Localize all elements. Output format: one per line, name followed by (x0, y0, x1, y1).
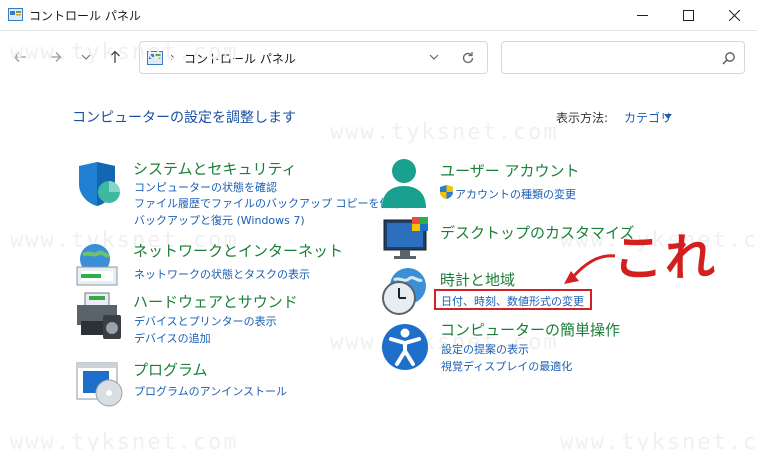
desktop-customize-icon (383, 217, 428, 259)
close-icon (728, 10, 740, 21)
link-change-account-type[interactable]: アカウントの種類の変更 (455, 186, 576, 202)
link-uninstall-program[interactable]: プログラムのアンインストール (134, 383, 287, 399)
watermark: www.tyksnet.com (560, 430, 757, 451)
category-title[interactable]: ハードウェアとサウンド (133, 291, 298, 312)
accessibility-icon (382, 324, 428, 370)
title-bar: コントロール パネル (0, 0, 757, 31)
link-file-history[interactable]: ファイル履歴でファイルのバックアップ コピーを保存 (134, 195, 402, 211)
category-title[interactable]: プログラム (133, 359, 208, 380)
watermark: www.tyksnet.com (10, 430, 239, 451)
minimize-icon (636, 15, 648, 16)
link-optimize-display[interactable]: 視覚ディスプレイの最適化 (441, 358, 572, 374)
network-globe-icon (76, 244, 118, 286)
link-devices-printers[interactable]: デバイスとプリンターの表示 (134, 313, 277, 329)
view-by-label: 表示方法: (556, 111, 609, 125)
control-panel-icon (8, 8, 23, 21)
user-icon (382, 159, 426, 208)
link-add-device[interactable]: デバイスの追加 (134, 330, 211, 346)
minimize-button[interactable] (619, 0, 665, 31)
category-title[interactable]: ユーザー アカウント (440, 160, 579, 181)
category-title[interactable]: システムとセキュリティ (133, 158, 297, 179)
page-title: コンピューターの設定を調整します (72, 110, 296, 126)
printer-icon (77, 292, 121, 339)
highlight-box (434, 289, 592, 310)
shield-icon (79, 162, 120, 206)
link-suggest-settings[interactable]: 設定の提案の表示 (441, 341, 529, 357)
category-title[interactable]: ネットワークとインターネット (133, 240, 343, 261)
category-title[interactable]: デスクトップのカスタマイズ (440, 222, 635, 243)
maximize-icon (682, 10, 694, 21)
chevron-down-icon[interactable] (429, 54, 439, 60)
annotation-label: これ (613, 229, 717, 287)
category-title[interactable]: 時計と地域 (440, 269, 515, 290)
search-icon[interactable] (722, 51, 736, 65)
window-title: コントロール パネル (29, 9, 141, 23)
search-input[interactable] (501, 41, 745, 74)
link-backup-restore[interactable]: バックアップと復元 (Windows 7) (134, 212, 305, 228)
watermark: www.tyksnet.com (330, 120, 559, 145)
maximize-button[interactable] (665, 0, 711, 31)
annotation-arrow-icon (564, 254, 616, 284)
link-check-status[interactable]: コンピューターの状態を確認 (134, 179, 277, 195)
link-network-status[interactable]: ネットワークの状態とタスクの表示 (134, 266, 310, 282)
category-title[interactable]: コンピューターの簡単操作 (440, 319, 620, 340)
close-button[interactable] (711, 0, 757, 31)
refresh-icon[interactable] (461, 51, 475, 65)
uac-shield-icon (440, 185, 453, 199)
clock-globe-icon (382, 268, 426, 315)
watermark: www.tyksnet.com (10, 40, 239, 65)
caret-down-icon[interactable] (664, 114, 672, 119)
programs-icon (76, 362, 123, 407)
